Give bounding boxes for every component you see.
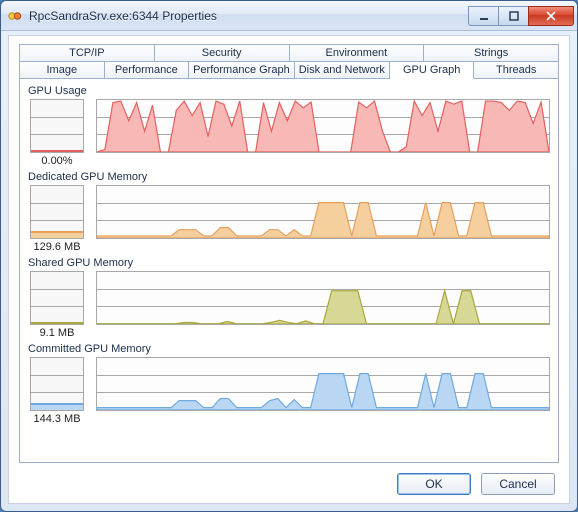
section-title: GPU Usage — [28, 85, 550, 97]
tab-gpu-graph[interactable]: GPU Graph — [390, 61, 475, 79]
tab-image[interactable]: Image — [19, 61, 105, 79]
cancel-button[interactable]: Cancel — [481, 473, 555, 495]
maximize-button[interactable] — [498, 6, 528, 26]
properties-window: RpcSandraSrv.exe:6344 Properties TCP/IP … — [0, 0, 578, 512]
window-title: RpcSandraSrv.exe:6344 Properties — [29, 9, 468, 23]
tab-disk-network[interactable]: Disk and Network — [295, 61, 390, 79]
tab-environment[interactable]: Environment — [290, 44, 425, 61]
shared-graph — [96, 271, 550, 325]
window-controls — [468, 6, 574, 26]
gpu-usage-graph — [96, 99, 550, 153]
section-committed: Committed GPU Memory 144.3 MB — [28, 343, 550, 425]
tab-threads[interactable]: Threads — [474, 61, 559, 79]
committed-value: 144.3 MB — [28, 413, 86, 425]
app-icon — [7, 8, 23, 24]
gpu-usage-value: 0.00% — [28, 155, 86, 167]
close-button[interactable] — [528, 6, 574, 26]
committed-thumb — [30, 357, 84, 411]
dedicated-graph — [96, 185, 550, 239]
dedicated-value: 129.6 MB — [28, 241, 86, 253]
section-dedicated: Dedicated GPU Memory 129.6 MB — [28, 171, 550, 253]
committed-graph — [96, 357, 550, 411]
tabstrip: TCP/IP Security Environment Strings Imag… — [19, 44, 559, 79]
dedicated-thumb — [30, 185, 84, 239]
section-title: Dedicated GPU Memory — [28, 171, 550, 183]
client-area: TCP/IP Security Environment Strings Imag… — [8, 35, 570, 504]
tab-performance-graph[interactable]: Performance Graph — [189, 61, 295, 79]
dialog-buttons: OK Cancel — [19, 463, 559, 495]
ok-button[interactable]: OK — [397, 473, 471, 495]
tab-performance[interactable]: Performance — [105, 61, 190, 79]
gpu-usage-thumb — [30, 99, 84, 153]
tab-tcpip[interactable]: TCP/IP — [19, 44, 155, 61]
tab-security[interactable]: Security — [155, 44, 290, 61]
tab-content: GPU Usage 0.00% Dedic — [19, 79, 559, 463]
titlebar[interactable]: RpcSandraSrv.exe:6344 Properties — [1, 1, 577, 31]
section-shared: Shared GPU Memory 9.1 MB — [28, 257, 550, 339]
tab-strings[interactable]: Strings — [424, 44, 559, 61]
shared-thumb — [30, 271, 84, 325]
section-title: Shared GPU Memory — [28, 257, 550, 269]
section-gpu-usage: GPU Usage 0.00% — [28, 85, 550, 167]
minimize-button[interactable] — [468, 6, 498, 26]
shared-value: 9.1 MB — [28, 327, 86, 339]
section-title: Committed GPU Memory — [28, 343, 550, 355]
